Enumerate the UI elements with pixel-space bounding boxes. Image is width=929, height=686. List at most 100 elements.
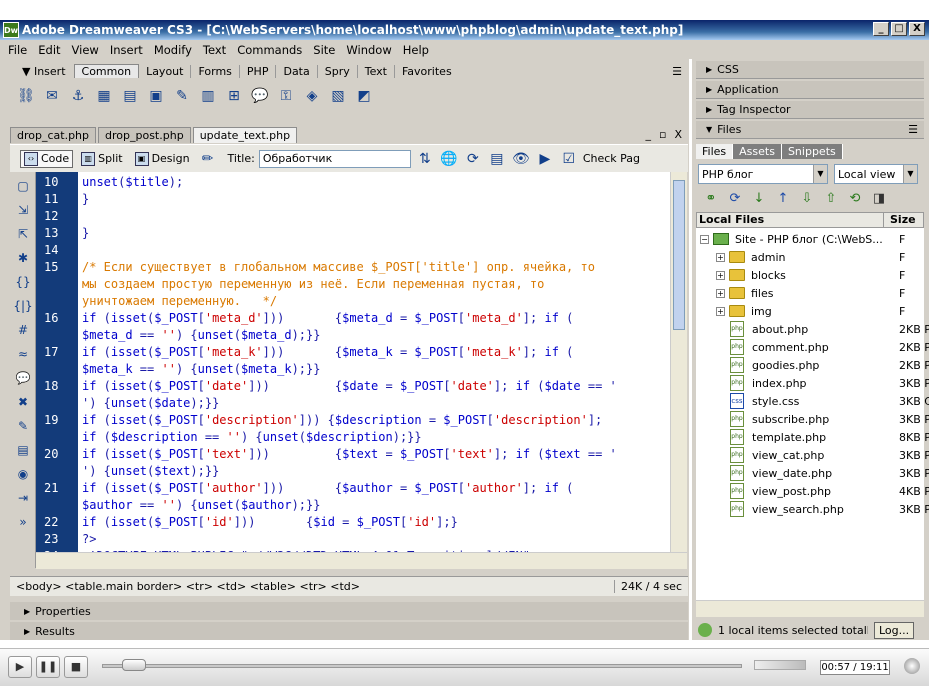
refresh-icon[interactable]: ⟳ bbox=[463, 149, 483, 169]
check-page-icon[interactable]: ☑ bbox=[559, 149, 579, 169]
visual-aids-icon[interactable]: 👁 bbox=[511, 149, 531, 169]
hyperlink-icon[interactable]: ⛓ bbox=[16, 86, 36, 106]
size-header[interactable]: Size bbox=[883, 213, 923, 227]
code-line[interactable]: ?> bbox=[82, 531, 96, 548]
insert-tab-text[interactable]: Text bbox=[358, 64, 395, 78]
date-icon[interactable]: ▥ bbox=[198, 86, 218, 106]
media-icon[interactable]: ✎ bbox=[172, 86, 192, 106]
menu-edit[interactable]: Edit bbox=[38, 43, 60, 57]
results-panel[interactable]: ▶ Results bbox=[10, 622, 688, 640]
move-css-icon[interactable]: ◉ bbox=[13, 464, 33, 484]
panel-css[interactable]: ▶ CSS bbox=[696, 61, 924, 79]
refresh-icon[interactable]: ⟳ bbox=[726, 189, 744, 207]
tree-file[interactable]: php index.php 3KB P bbox=[696, 374, 929, 392]
tree-folder[interactable]: + img F bbox=[696, 302, 924, 320]
check-page-label[interactable]: Check Pag bbox=[583, 152, 640, 165]
properties-panel[interactable]: ▶ Properties bbox=[10, 602, 688, 620]
collapse-icon[interactable]: − bbox=[700, 234, 709, 244]
panel-options-icon[interactable]: ☰ bbox=[908, 123, 918, 136]
code-vertical-scrollbar[interactable] bbox=[670, 172, 687, 552]
code-line[interactable]: if (isset($_POST['meta_k'])) {$meta_k = … bbox=[82, 344, 573, 361]
tab-snippets[interactable]: Snippets bbox=[781, 144, 843, 159]
tag-selector[interactable]: <body> <table.main border> <tr> <td> <ta… bbox=[16, 580, 360, 593]
tree-file[interactable]: php view_post.php 4KB P bbox=[696, 482, 929, 500]
panel-files[interactable]: ▼ Files ☰ bbox=[696, 121, 924, 139]
check-in-icon[interactable]: ⇧ bbox=[822, 189, 840, 207]
preview-browser-icon[interactable]: 🌐 bbox=[439, 149, 459, 169]
recent-snippets-icon[interactable]: ▤ bbox=[13, 440, 33, 460]
code-line[interactable]: $meta_d == '') {unset($meta_d);}} bbox=[82, 327, 320, 344]
expand-icon[interactable]: + bbox=[716, 306, 725, 316]
doc-minimize-button[interactable]: _ bbox=[645, 128, 651, 141]
tree-folder[interactable]: + admin F bbox=[696, 248, 924, 266]
code-view-button[interactable]: ‹› Code bbox=[20, 149, 74, 168]
menu-insert[interactable]: Insert bbox=[110, 43, 143, 57]
menu-text[interactable]: Text bbox=[203, 43, 226, 57]
tab-assets[interactable]: Assets bbox=[733, 144, 782, 159]
collapse-selection-icon[interactable]: ⇱ bbox=[13, 224, 33, 244]
code-editor[interactable]: unset($title);}} /* Если существует в гло… bbox=[78, 172, 670, 552]
menu-window[interactable]: Window bbox=[346, 43, 391, 57]
balance-braces-icon[interactable]: {|} bbox=[13, 296, 33, 316]
title-input[interactable]: Обработчик bbox=[258, 149, 411, 168]
tree-file[interactable]: php view_cat.php 3KB P bbox=[696, 446, 929, 464]
files-horizontal-scrollbar[interactable] bbox=[696, 600, 924, 617]
indent-icon[interactable]: ⇥ bbox=[13, 488, 33, 508]
templates-icon[interactable]: ▧ bbox=[328, 86, 348, 106]
code-line[interactable]: if (isset($_POST['author'])) {$author = … bbox=[82, 480, 573, 497]
code-horizontal-scrollbar[interactable] bbox=[36, 552, 687, 569]
tab-files[interactable]: Files bbox=[696, 144, 734, 159]
menu-commands[interactable]: Commands bbox=[237, 43, 302, 57]
highlight-invalid-icon[interactable]: ≈ bbox=[13, 344, 33, 364]
expand-panel-icon[interactable]: ◨ bbox=[870, 189, 888, 207]
view-options-icon[interactable]: ▤ bbox=[487, 149, 507, 169]
doc-tab-drop-post[interactable]: drop_post.php bbox=[98, 127, 191, 143]
code-line[interactable]: if ($description == '') {unset($descript… bbox=[82, 429, 422, 446]
view-select[interactable]: Local view ▼ bbox=[834, 164, 918, 184]
connect-icon[interactable]: ⚭ bbox=[702, 189, 720, 207]
tree-file[interactable]: php view_date.php 3KB P bbox=[696, 464, 929, 482]
code-line[interactable]: if (isset($_POST['id'])) {$id = $_POST['… bbox=[82, 514, 458, 531]
volume-slider[interactable] bbox=[754, 660, 806, 670]
remove-comment-icon[interactable]: ✖ bbox=[13, 392, 33, 412]
doc-tab-update-text[interactable]: update_text.php bbox=[192, 127, 298, 143]
head-icon[interactable]: ⚿ bbox=[276, 86, 296, 106]
code-line[interactable]: } bbox=[82, 191, 89, 208]
open-documents-icon[interactable]: ▢ bbox=[13, 176, 33, 196]
menu-site[interactable]: Site bbox=[313, 43, 335, 57]
menu-modify[interactable]: Modify bbox=[154, 43, 192, 57]
design-view-button[interactable]: ▣ Design bbox=[131, 150, 194, 168]
code-line[interactable]: if (isset($_POST['description'])) {$desc… bbox=[82, 412, 602, 429]
pause-icon[interactable]: ❚❚ bbox=[36, 656, 60, 678]
panel-application[interactable]: ▶ Application bbox=[696, 81, 924, 99]
file-management-icon[interactable]: ⇅ bbox=[415, 149, 435, 169]
validate-icon[interactable]: ▶ bbox=[535, 149, 555, 169]
email-link-icon[interactable]: ✉ bbox=[42, 86, 62, 106]
div-icon[interactable]: ▤ bbox=[120, 86, 140, 106]
panel-tag-inspector[interactable]: ▶ Tag Inspector bbox=[696, 101, 924, 119]
split-view-button[interactable]: ▥ Split bbox=[77, 150, 126, 168]
insert-tab-favorites[interactable]: Favorites bbox=[395, 65, 459, 78]
collapse-tag-icon[interactable]: ⇲ bbox=[13, 200, 33, 220]
local-files-header[interactable]: Local Files bbox=[699, 213, 764, 227]
insert-tab-spry[interactable]: Spry bbox=[318, 64, 358, 78]
server-include-icon[interactable]: ⊞ bbox=[224, 86, 244, 106]
apply-comment-icon[interactable]: 💬 bbox=[13, 368, 33, 388]
table-icon[interactable]: ▦ bbox=[94, 86, 114, 106]
code-line[interactable]: $author == '') {unset($author);}} bbox=[82, 497, 320, 514]
site-select[interactable]: PHP блог ▼ bbox=[698, 164, 828, 184]
tree-file[interactable]: php about.php 2KB P bbox=[696, 320, 929, 338]
code-line[interactable]: ') {unset($date);}} bbox=[82, 395, 219, 412]
tree-site-root[interactable]: − Site - PHP блог (C:\WebS... F bbox=[696, 230, 924, 248]
stop-icon[interactable]: ■ bbox=[64, 656, 88, 678]
code-line[interactable]: } bbox=[82, 225, 89, 242]
code-line[interactable]: мы создаем простую переменную из неё. Ес… bbox=[82, 276, 544, 293]
menu-file[interactable]: File bbox=[8, 43, 27, 57]
doc-restore-button[interactable]: ▫ bbox=[659, 128, 666, 141]
minimize-button[interactable]: _ bbox=[873, 22, 889, 36]
code-line[interactable]: if (isset($_POST['text'])) {$text = $_PO… bbox=[82, 446, 617, 463]
more-icon[interactable]: » bbox=[13, 512, 33, 532]
options-menu-icon[interactable]: ☰ bbox=[672, 65, 682, 78]
insert-tab-data[interactable]: Data bbox=[276, 64, 318, 78]
code-line[interactable]: /* Если существует в глобальном массиве … bbox=[82, 259, 595, 276]
